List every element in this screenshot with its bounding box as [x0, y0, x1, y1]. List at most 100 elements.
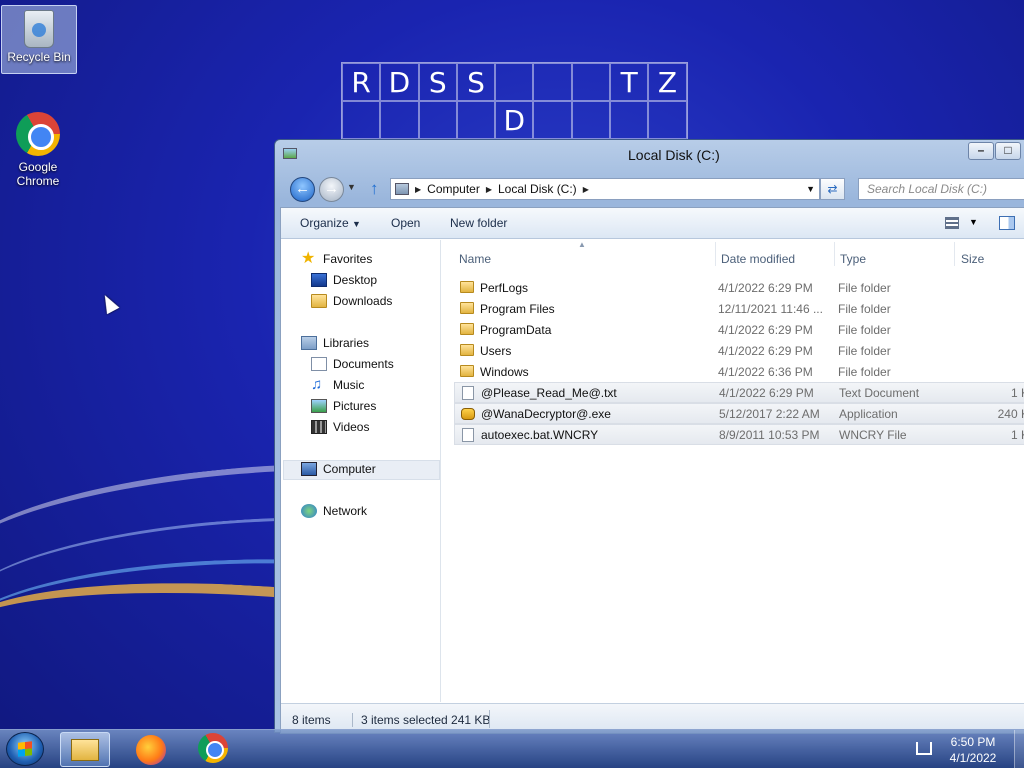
desktop-icon-recycle-bin[interactable]: Recycle Bin	[1, 5, 77, 74]
navigation-pane: ★ Favorites Desktop Downloads Libraries D…	[281, 240, 441, 702]
status-selection: 3 items selected 241 KB	[352, 713, 490, 727]
nav-item-libraries[interactable]: Libraries	[301, 336, 369, 350]
file-icon	[462, 428, 474, 442]
nav-item-favorites[interactable]: ★ Favorites	[301, 251, 373, 267]
nav-item-label: Documents	[333, 357, 394, 371]
file-type: File folder	[838, 343, 891, 358]
file-row[interactable]: ProgramData 4/1/2022 6:29 PM File folder	[454, 319, 1024, 340]
libraries-icon	[301, 336, 317, 350]
grid-cell: Z	[648, 63, 687, 101]
clock-date: 4/1/2022	[949, 751, 997, 765]
grid-cell	[342, 101, 381, 139]
preview-pane-icon[interactable]	[999, 216, 1015, 230]
command-bar: Organize ▼ Open New folder ▼	[281, 208, 1024, 239]
file-date: 4/1/2022 6:29 PM	[718, 343, 813, 358]
firefox-icon	[136, 734, 166, 765]
up-arrow-icon[interactable]: ↑	[370, 179, 379, 199]
open-button[interactable]: Open	[391, 216, 420, 230]
mouse-cursor-icon	[98, 291, 120, 315]
column-header-date-modified[interactable]: Date modified	[721, 252, 795, 266]
file-size: 1 KB	[1010, 385, 1024, 400]
grid-cell: S	[418, 63, 457, 101]
breadcrumb-chevron-icon[interactable]: ▶	[415, 185, 421, 194]
file-type: WNCRY File	[839, 427, 907, 442]
explorer-content: Organize ▼ Open New folder ▼ ★ Favorites …	[280, 207, 1024, 734]
grid-cell	[610, 101, 649, 139]
breadcrumb-local-disk[interactable]: Local Disk (C:)	[498, 182, 577, 196]
forward-button[interactable]: →	[319, 177, 344, 202]
nav-item-music[interactable]: ♫ Music	[311, 376, 364, 393]
explorer-window[interactable]: Local Disk (C:) – □ ← → ▼ ↑ ▶ Computer ▶…	[274, 139, 1024, 734]
application-icon	[461, 408, 475, 420]
breadcrumb-computer[interactable]: Computer	[427, 182, 480, 196]
grid-cell	[456, 101, 496, 139]
chevron-down-icon: ▼	[352, 219, 361, 229]
column-divider[interactable]	[834, 242, 835, 266]
file-name: Users	[480, 343, 512, 358]
start-button[interactable]	[6, 732, 44, 766]
system-clock[interactable]: 6:50 PM 4/1/2022	[940, 734, 1006, 766]
sort-ascending-icon: ▲	[578, 240, 586, 249]
music-note-icon: ♫	[311, 376, 323, 393]
address-dropdown-icon[interactable]: ▼	[806, 184, 815, 194]
file-name: autoexec.bat.WNCRY	[481, 427, 599, 442]
window-title: Local Disk (C:)	[628, 147, 720, 163]
breadcrumb-chevron-icon[interactable]: ▶	[583, 185, 589, 194]
organize-button[interactable]: Organize ▼	[300, 216, 361, 230]
grid-cell: R	[342, 63, 381, 101]
show-desktop-button[interactable]	[1014, 730, 1024, 768]
taskbar-explorer-button[interactable]	[60, 732, 110, 767]
column-divider[interactable]	[715, 242, 716, 266]
view-options-dropdown-icon[interactable]: ▼	[969, 217, 978, 227]
grid-cell	[648, 101, 687, 139]
nav-item-label: Network	[323, 504, 368, 518]
status-item-count: 8 items	[292, 713, 331, 727]
breadcrumb-chevron-icon[interactable]: ▶	[486, 185, 492, 194]
nav-item-label: Downloads	[333, 294, 393, 308]
refresh-button[interactable]: ⇄	[820, 178, 845, 200]
column-divider[interactable]	[954, 242, 955, 266]
back-button[interactable]: ←	[290, 177, 315, 202]
file-row[interactable]: Program Files 12/11/2021 11:46 ... File …	[454, 298, 1024, 319]
grid-cell	[495, 63, 534, 101]
file-row-selected[interactable]: autoexec.bat.WNCRY 8/9/2011 10:53 PM WNC…	[454, 424, 1024, 445]
minimize-button[interactable]: –	[968, 142, 994, 160]
file-row-selected[interactable]: @WanaDecryptor@.exe 5/12/2017 2:22 AM Ap…	[454, 403, 1024, 424]
nav-item-label: Favorites	[323, 252, 373, 266]
taskbar-firefox-button[interactable]	[126, 732, 176, 767]
file-date: 4/1/2022 6:29 PM	[718, 280, 813, 295]
search-input[interactable]: Search Local Disk (C:)	[858, 178, 1024, 200]
nav-item-desktop[interactable]: Desktop	[311, 273, 377, 287]
file-row-selected[interactable]: @Please_Read_Me@.txt 4/1/2022 6:29 PM Te…	[454, 382, 1024, 403]
recent-pages-dropdown-icon[interactable]: ▼	[347, 182, 356, 192]
address-bar[interactable]: ▶ Computer ▶ Local Disk (C:) ▶ ▼	[390, 178, 820, 200]
maximize-button[interactable]: □	[995, 142, 1021, 160]
window-titlebar[interactable]: Local Disk (C:) – □	[275, 140, 1024, 172]
desktop-icon-label: Google Chrome	[16, 160, 60, 188]
desktop-icon	[311, 273, 327, 287]
column-header-name[interactable]: Name	[459, 252, 491, 266]
new-folder-button[interactable]: New folder	[450, 216, 507, 230]
grid-cell	[418, 101, 457, 139]
drive-icon	[283, 148, 297, 159]
nav-item-videos[interactable]: Videos	[311, 420, 369, 434]
taskbar: 6:50 PM 4/1/2022	[0, 729, 1024, 768]
taskbar-chrome-button[interactable]	[188, 732, 238, 767]
network-tray-icon[interactable]	[916, 742, 932, 755]
nav-item-label: Pictures	[333, 399, 377, 413]
nav-item-network[interactable]: Network	[301, 504, 367, 518]
file-name: ProgramData	[480, 322, 552, 337]
column-header-size[interactable]: Size	[961, 252, 984, 266]
file-row[interactable]: PerfLogs 4/1/2022 6:29 PM File folder	[454, 277, 1024, 298]
nav-item-documents[interactable]: Documents	[311, 357, 394, 371]
column-header-type[interactable]: Type	[840, 252, 866, 266]
nav-item-downloads[interactable]: Downloads	[311, 294, 392, 308]
folder-icon	[460, 344, 474, 356]
change-view-icon[interactable]	[945, 217, 959, 229]
nav-item-computer[interactable]: Computer	[301, 462, 376, 476]
nav-item-pictures[interactable]: Pictures	[311, 399, 376, 413]
folder-icon	[460, 323, 474, 335]
desktop-icon-google-chrome[interactable]: Google Chrome	[0, 112, 76, 188]
file-row[interactable]: Windows 4/1/2022 6:36 PM File folder	[454, 361, 1024, 382]
file-row[interactable]: Users 4/1/2022 6:29 PM File folder	[454, 340, 1024, 361]
